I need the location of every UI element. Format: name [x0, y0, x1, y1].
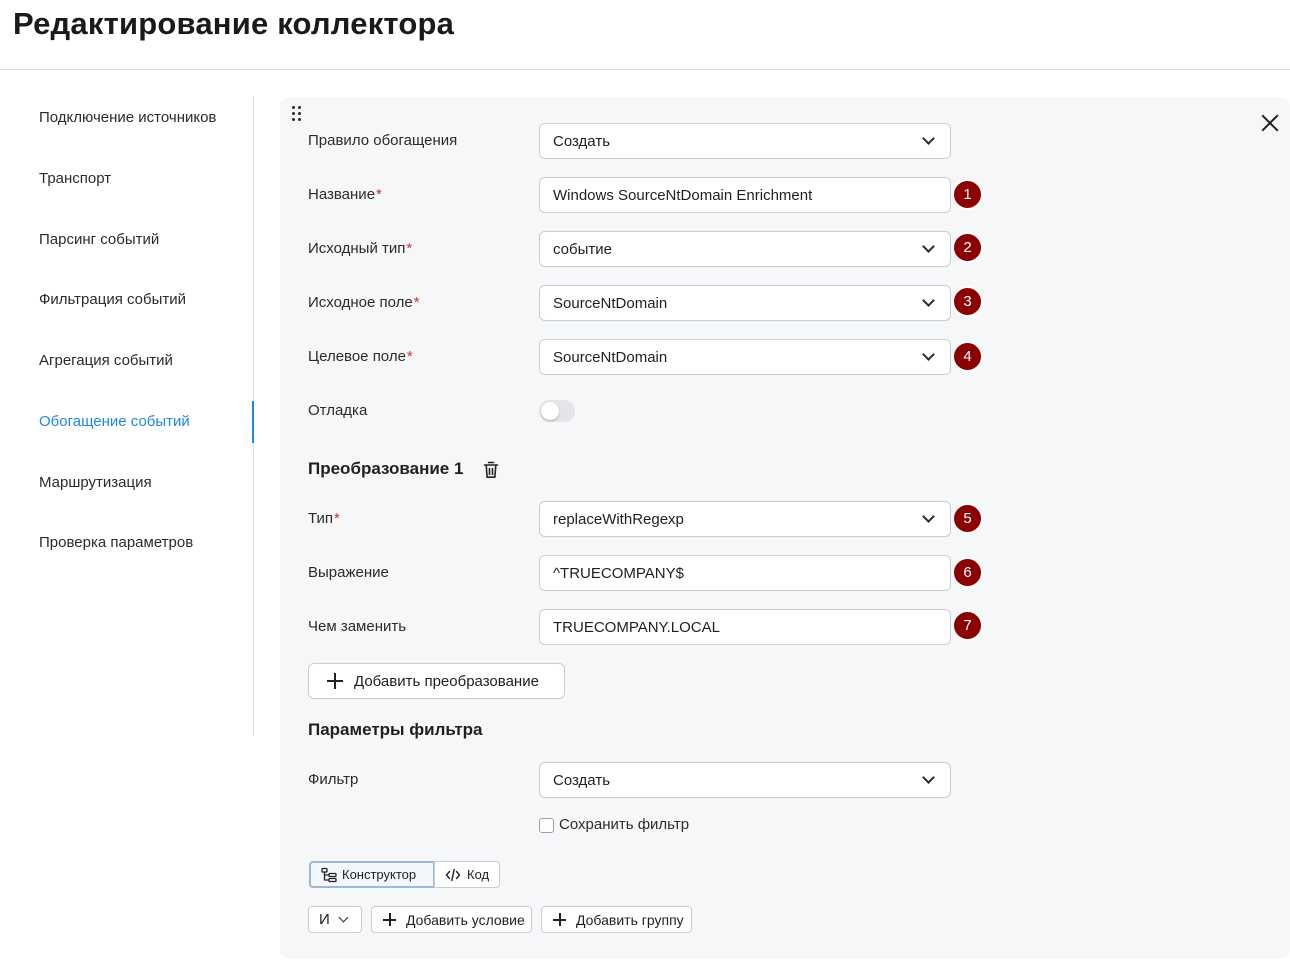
- plus-icon: [327, 673, 343, 689]
- sidebar-item-enrichment[interactable]: Обогащение событий: [39, 413, 190, 430]
- toggle-knob: [541, 402, 559, 420]
- close-icon[interactable]: [1258, 111, 1282, 135]
- name-label: Название*: [308, 186, 382, 203]
- sidebar-item-routing[interactable]: Маршрутизация: [39, 474, 152, 491]
- sidebar-item-aggregation[interactable]: Агрегация событий: [39, 352, 173, 369]
- tab-code-label: Код: [467, 867, 490, 882]
- sidebar-item-parsing[interactable]: Парсинг событий: [39, 231, 159, 248]
- debug-label: Отладка: [308, 402, 368, 419]
- chevron-down-icon: [922, 510, 935, 523]
- debug-toggle[interactable]: [539, 400, 575, 422]
- name-input-value: Windows SourceNtDomain Enrichment: [553, 186, 813, 204]
- sidebar-item-filtering[interactable]: Фильтрация событий: [39, 291, 186, 308]
- sidebar-item-transport[interactable]: Транспорт: [39, 170, 111, 187]
- expression-input[interactable]: ^TRUECOMPANY$: [539, 555, 951, 591]
- rule-label: Правило обогащения: [308, 132, 458, 149]
- operator-select[interactable]: И: [308, 906, 362, 933]
- annotation-marker-1: 1: [952, 179, 983, 210]
- expression-label: Выражение: [308, 564, 389, 581]
- drag-handle-icon[interactable]: [292, 106, 304, 122]
- expression-value: ^TRUECOMPANY$: [553, 564, 684, 582]
- replace-with-label: Чем заменить: [308, 618, 407, 635]
- annotation-marker-5: 5: [952, 503, 983, 534]
- add-transformation-button[interactable]: Добавить преобразование: [308, 663, 565, 699]
- source-type-value: событие: [553, 240, 612, 258]
- operator-value: И: [319, 911, 330, 928]
- code-icon: [445, 868, 461, 881]
- transformation-title: Преобразование 1: [308, 459, 464, 478]
- chevron-down-icon: [922, 132, 935, 145]
- chevron-down-icon: [922, 771, 935, 784]
- save-filter-label: Сохранить фильтр: [559, 816, 690, 833]
- target-field-value: SourceNtDomain: [553, 348, 668, 366]
- tab-constructor[interactable]: Конструктор: [309, 861, 435, 888]
- chevron-down-icon: [338, 912, 349, 923]
- sidebar-item-validation[interactable]: Проверка параметров: [39, 534, 193, 551]
- page-title: Редактирование коллектора: [13, 6, 455, 41]
- filter-select-value: Создать: [553, 771, 611, 789]
- filter-select[interactable]: Создать: [539, 762, 951, 798]
- tab-code[interactable]: Код: [434, 861, 500, 888]
- replace-with-value: TRUECOMPANY.LOCAL: [553, 618, 720, 636]
- rule-select[interactable]: Создать: [539, 123, 951, 159]
- save-filter-checkbox[interactable]: [539, 818, 554, 833]
- source-field-value: SourceNtDomain: [553, 294, 668, 312]
- add-group-label: Добавить группу: [576, 911, 684, 928]
- rule-select-value: Создать: [553, 132, 611, 150]
- chevron-down-icon: [922, 294, 935, 307]
- header-divider: [0, 69, 1290, 70]
- add-group-button[interactable]: Добавить группу: [541, 906, 692, 933]
- add-transformation-label: Добавить преобразование: [354, 672, 539, 690]
- add-condition-label: Добавить условие: [406, 911, 525, 928]
- source-field-label: Исходное поле*: [308, 294, 420, 311]
- plus-icon: [383, 913, 396, 926]
- trash-icon[interactable]: [483, 461, 499, 479]
- annotation-marker-2: 2: [952, 232, 983, 263]
- annotation-marker-7: 7: [952, 610, 983, 641]
- transform-type-label: Тип*: [308, 510, 340, 527]
- tab-constructor-label: Конструктор: [342, 867, 417, 882]
- transform-type-value: replaceWithRegexp: [553, 510, 684, 528]
- name-input[interactable]: Windows SourceNtDomain Enrichment: [539, 177, 951, 213]
- filter-label: Фильтр: [308, 771, 359, 788]
- filter-section-title: Параметры фильтра: [308, 720, 483, 739]
- replace-with-input[interactable]: TRUECOMPANY.LOCAL: [539, 609, 951, 645]
- source-field-select[interactable]: SourceNtDomain: [539, 285, 951, 321]
- sidebar-active-indicator: [252, 401, 254, 443]
- target-field-select[interactable]: SourceNtDomain: [539, 339, 951, 375]
- transform-type-select[interactable]: replaceWithRegexp: [539, 501, 951, 537]
- source-type-label: Исходный тип*: [308, 240, 413, 257]
- sidebar: Подключение источников Транспорт Парсинг…: [0, 96, 254, 736]
- chevron-down-icon: [922, 240, 935, 253]
- source-type-select[interactable]: событие: [539, 231, 951, 267]
- sidebar-item-sources[interactable]: Подключение источников: [39, 109, 216, 126]
- add-condition-button[interactable]: Добавить условие: [371, 906, 532, 933]
- enrichment-panel: Правило обогащения Создать Название* Win…: [280, 97, 1290, 959]
- chevron-down-icon: [922, 348, 935, 361]
- annotation-marker-3: 3: [952, 286, 983, 317]
- tree-icon: [321, 867, 337, 882]
- annotation-marker-4: 4: [952, 341, 983, 372]
- plus-icon: [553, 913, 566, 926]
- target-field-label: Целевое поле*: [308, 348, 413, 365]
- annotation-marker-6: 6: [952, 557, 983, 588]
